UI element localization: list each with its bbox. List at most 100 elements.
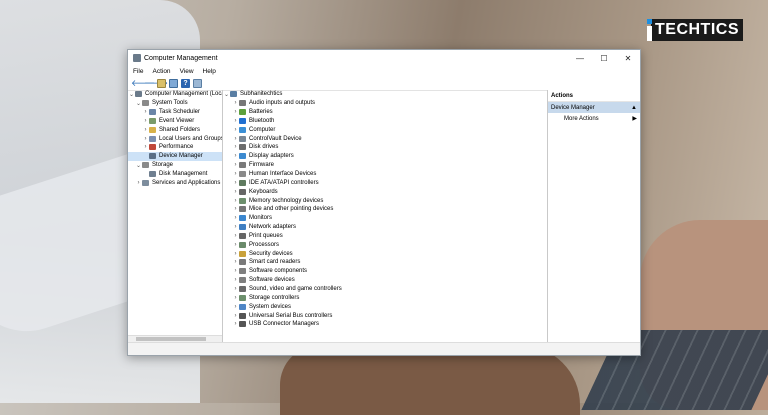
device-category[interactable]: › Security devices <box>223 249 547 258</box>
tree-toggle-icon[interactable]: › <box>135 180 142 186</box>
device-category[interactable]: › Mice and other pointing devices <box>223 205 547 214</box>
expand-chevron-icon[interactable]: › <box>232 180 239 186</box>
tree-item[interactable]: › Services and Applications <box>128 178 222 187</box>
expand-chevron-icon[interactable]: › <box>232 171 239 177</box>
scrollbar-thumb[interactable] <box>136 337 206 341</box>
device-category[interactable]: › ControlVault Device <box>223 134 547 143</box>
expand-chevron-icon[interactable]: › <box>232 242 239 248</box>
expand-chevron-icon[interactable]: › <box>232 144 239 150</box>
tree-item[interactable]: ⌄ Computer Management (Local <box>128 90 222 99</box>
tree-item[interactable]: ⌄ Storage <box>128 161 222 170</box>
expand-chevron-icon[interactable]: › <box>232 136 239 142</box>
forward-arrow-icon[interactable]: 🡒 <box>144 79 168 88</box>
tree-toggle-icon[interactable]: › <box>142 127 149 133</box>
device-category[interactable]: › Display adapters <box>223 152 547 161</box>
collapse-arrow-icon[interactable]: ▲ <box>631 105 637 111</box>
device-category[interactable]: › IDE ATA/ATAPI controllers <box>223 178 547 187</box>
tree-toggle-icon[interactable]: › <box>142 136 149 142</box>
device-category[interactable]: › Human Interface Devices <box>223 170 547 179</box>
tree-item[interactable]: › Local Users and Groups <box>128 134 222 143</box>
expand-chevron-icon[interactable]: › <box>232 153 239 159</box>
device-category[interactable]: › Memory technology devices <box>223 196 547 205</box>
device-category[interactable]: › Batteries <box>223 108 547 117</box>
device-category[interactable]: › Computer <box>223 125 547 134</box>
menu-file[interactable]: File <box>133 68 143 75</box>
computer-management-icon <box>135 91 142 98</box>
device-category-label: Memory technology devices <box>249 197 324 204</box>
tree-item[interactable]: › Shared Folders <box>128 125 222 134</box>
expand-chevron-icon[interactable]: › <box>232 100 239 106</box>
expand-chevron-icon[interactable]: › <box>232 268 239 274</box>
back-arrow-icon[interactable]: 🡐 <box>131 79 155 88</box>
status-bar <box>128 342 640 355</box>
tree-toggle-icon[interactable]: ⌄ <box>128 91 135 98</box>
expand-chevron-icon[interactable]: › <box>232 304 239 310</box>
expand-chevron-icon[interactable]: › <box>232 259 239 265</box>
tree-toggle-icon[interactable]: › <box>142 109 149 115</box>
expand-chevron-icon[interactable]: › <box>232 206 239 212</box>
device-category[interactable]: › Monitors <box>223 214 547 223</box>
expand-chevron-icon[interactable]: › <box>232 162 239 168</box>
device-category[interactable]: › System devices <box>223 302 547 311</box>
tree-item[interactable]: › Event Viewer <box>128 117 222 126</box>
device-category[interactable]: › Storage controllers <box>223 293 547 302</box>
device-category[interactable]: › Sound, video and game controllers <box>223 285 547 294</box>
device-category[interactable]: › Processors <box>223 240 547 249</box>
tree-toggle-icon[interactable]: › <box>142 118 149 124</box>
device-category[interactable]: › Disk drives <box>223 143 547 152</box>
device-category-label: Processors <box>249 241 280 248</box>
close-button[interactable]: ✕ <box>616 54 640 63</box>
tree-item[interactable]: Device Manager <box>128 151 222 161</box>
device-category[interactable]: › Bluetooth <box>223 117 547 126</box>
device-category[interactable]: › Audio inputs and outputs <box>223 99 547 108</box>
expand-chevron-icon[interactable]: › <box>232 251 239 257</box>
device-category[interactable]: › Network adapters <box>223 223 547 232</box>
device-category[interactable]: › Software devices <box>223 276 547 285</box>
menu-action[interactable]: Action <box>152 68 170 75</box>
expand-chevron-icon[interactable]: › <box>232 321 239 327</box>
device-root[interactable]: ⌄ Subhanitechtics <box>223 90 547 99</box>
tree-item[interactable]: › Performance <box>128 143 222 152</box>
tree-toggle-icon[interactable]: › <box>142 144 149 150</box>
tree-item[interactable]: ⌄ System Tools <box>128 99 222 108</box>
expand-chevron-icon[interactable]: › <box>232 295 239 301</box>
expand-chevron-icon[interactable]: › <box>232 233 239 239</box>
device-category[interactable]: › Print queues <box>223 232 547 241</box>
menu-help[interactable]: Help <box>203 68 216 75</box>
device-category-label: Print queues <box>249 232 283 239</box>
maximize-button[interactable]: ☐ <box>592 54 616 63</box>
device-category[interactable]: › Firmware <box>223 161 547 170</box>
properties-icon[interactable] <box>193 79 202 88</box>
device-category[interactable]: › Smart card readers <box>223 258 547 267</box>
expand-chevron-icon[interactable]: › <box>232 313 239 319</box>
expand-chevron-icon[interactable]: › <box>232 224 239 230</box>
expand-chevron-icon[interactable]: › <box>232 127 239 133</box>
expand-chevron-icon[interactable]: › <box>232 109 239 115</box>
expand-chevron-icon[interactable]: ⌄ <box>223 91 230 98</box>
expand-chevron-icon[interactable]: › <box>232 189 239 195</box>
tree-item[interactable]: › Task Scheduler <box>128 108 222 117</box>
help-icon[interactable]: ? <box>181 79 190 88</box>
device-category-label: Computer <box>249 126 276 133</box>
device-category[interactable]: › USB Connector Managers <box>223 320 547 329</box>
device-category[interactable]: › Software components <box>223 267 547 276</box>
device-category-label: Software components <box>249 268 308 275</box>
device-category-label: Software devices <box>249 277 295 284</box>
tree-item[interactable]: Disk Management <box>128 170 222 179</box>
expand-chevron-icon[interactable]: › <box>232 277 239 283</box>
expand-chevron-icon[interactable]: › <box>232 198 239 204</box>
tree-toggle-icon[interactable]: ⌄ <box>135 100 142 107</box>
expand-chevron-icon[interactable]: › <box>232 118 239 124</box>
up-folder-icon[interactable] <box>157 79 166 88</box>
device-category-icon <box>239 241 246 248</box>
device-category[interactable]: › Universal Serial Bus controllers <box>223 311 547 320</box>
show-hide-tree-icon[interactable] <box>169 79 178 88</box>
expand-chevron-icon[interactable]: › <box>232 286 239 292</box>
device-category[interactable]: › Keyboards <box>223 187 547 196</box>
tree-toggle-icon[interactable]: ⌄ <box>135 162 142 169</box>
more-actions-item[interactable]: More Actions ▶ <box>548 113 640 124</box>
expand-chevron-icon[interactable]: › <box>232 215 239 221</box>
menu-view[interactable]: View <box>180 68 194 75</box>
actions-section-device-manager[interactable]: Device Manager ▲ <box>548 102 640 113</box>
minimize-button[interactable]: — <box>568 54 592 63</box>
